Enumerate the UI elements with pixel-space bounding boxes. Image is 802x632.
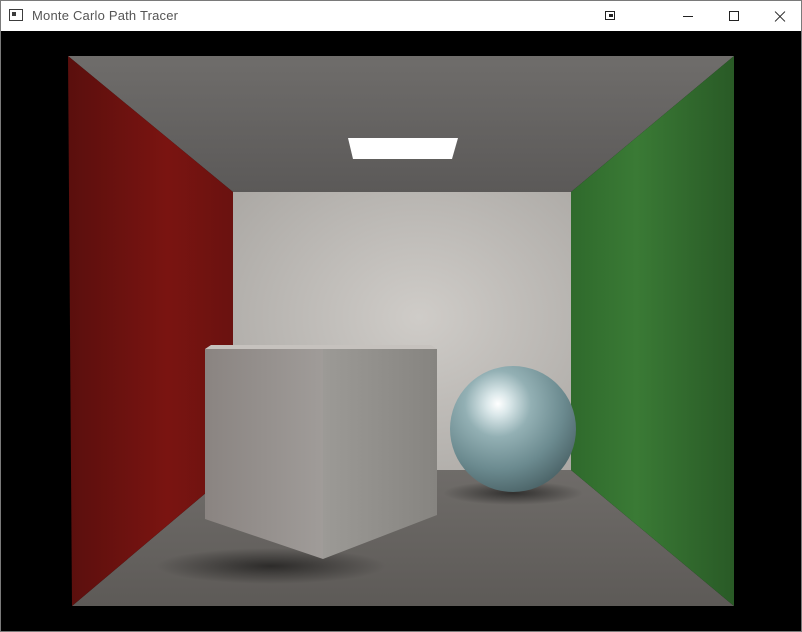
window-title: Monte Carlo Path Tracer: [32, 8, 179, 23]
maximize-button[interactable]: [711, 1, 757, 31]
box-top-face: [205, 345, 437, 349]
box-shadow: [156, 548, 386, 584]
app-window: Monte Carlo Path Tracer: [0, 0, 802, 632]
cornell-box-render: [68, 56, 734, 606]
ceiling-light: [348, 138, 458, 159]
app-window-icon: [9, 9, 23, 21]
close-button[interactable]: [757, 1, 802, 31]
minimize-button[interactable]: [665, 1, 711, 31]
glass-sphere: [450, 366, 576, 492]
title-bar[interactable]: Monte Carlo Path Tracer: [1, 1, 801, 31]
snap-layout-icon[interactable]: [605, 11, 615, 20]
render-viewport: [1, 31, 801, 631]
